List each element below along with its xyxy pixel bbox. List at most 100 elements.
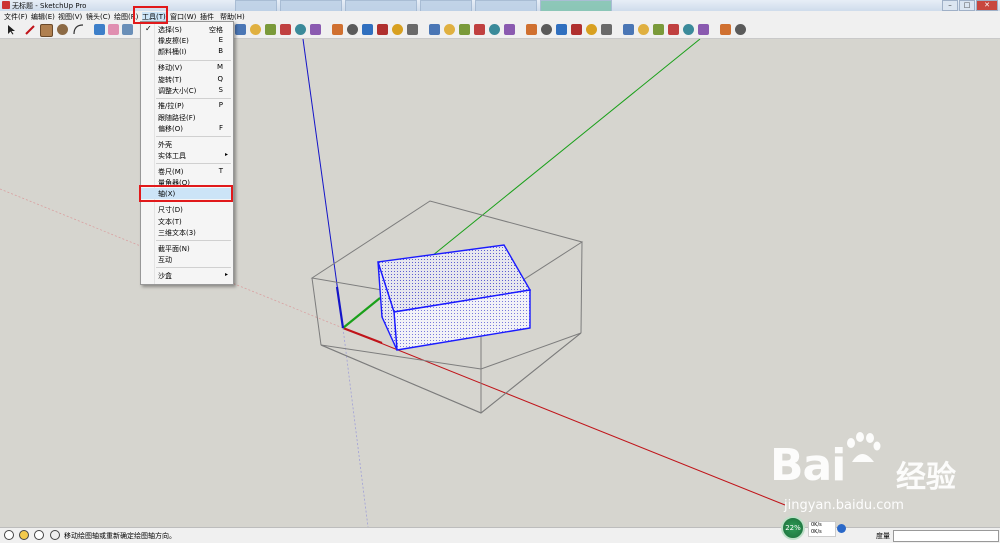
menu-item-push-pull[interactable]: 推/拉(P) P xyxy=(141,100,233,111)
maximize-button[interactable]: □ xyxy=(959,0,975,11)
get-models-icon[interactable] xyxy=(638,24,649,35)
watermark-brand-cn: 经验 xyxy=(896,460,956,495)
move-icon[interactable] xyxy=(265,24,276,35)
network-monitor-widget: 22% 0K/s 0K/s xyxy=(781,516,851,540)
blue-axis-negative xyxy=(342,327,369,528)
menu-item-text[interactable]: 文本(T) xyxy=(141,216,233,227)
offset-icon[interactable] xyxy=(310,24,321,35)
send-to-layout-icon[interactable] xyxy=(698,24,709,35)
zoom-icon[interactable] xyxy=(362,24,373,35)
menu-item-follow-me[interactable]: 跟随路径(F) xyxy=(141,112,233,123)
menu-item-sandbox[interactable]: 沙盒 ▸ xyxy=(141,270,233,281)
monochrome-icon[interactable] xyxy=(623,24,634,35)
menu-view[interactable]: 视图(V) xyxy=(58,12,82,22)
arc-icon[interactable] xyxy=(73,24,84,35)
back-edges-icon[interactable] xyxy=(541,24,552,35)
watermark-brand-latin: Bai xyxy=(770,440,846,491)
menu-camera[interactable]: 镜头(C) xyxy=(86,12,110,22)
close-button[interactable]: ✕ xyxy=(976,0,998,11)
make-component-icon[interactable] xyxy=(94,24,105,35)
tape-measure-icon[interactable] xyxy=(122,24,133,35)
red-axis xyxy=(342,327,786,506)
menu-item-outer-shell[interactable]: 外壳 xyxy=(141,139,233,150)
hidden-line-icon[interactable] xyxy=(571,24,582,35)
menu-file[interactable]: 文件(F) xyxy=(4,12,28,22)
menu-separator xyxy=(156,60,231,61)
download-speed: 0K/s xyxy=(811,529,822,535)
zoom-extents-icon[interactable] xyxy=(377,24,388,35)
window-controls: – □ ✕ xyxy=(942,0,998,11)
paint-bucket-icon[interactable] xyxy=(235,24,246,35)
preview-icon[interactable] xyxy=(720,24,731,35)
menu-item-select[interactable]: ✓ 选择(S) 空格 xyxy=(141,24,233,35)
shaded-icon[interactable] xyxy=(586,24,597,35)
baidu-paw-logo xyxy=(847,432,881,462)
submenu-arrow-icon: ▸ xyxy=(224,271,228,278)
menu-edit[interactable]: 编辑(E) xyxy=(31,12,55,22)
upload-speed: 0K/s xyxy=(811,522,822,528)
cpu-gauge: 22% xyxy=(781,516,805,540)
menu-item-solid-tools[interactable]: 实体工具 ▸ xyxy=(141,150,233,161)
previous-view-icon[interactable] xyxy=(392,24,403,35)
watermark-url: jingyan.baidu.com xyxy=(784,498,904,513)
menu-separator xyxy=(156,267,231,268)
pencil-icon[interactable] xyxy=(25,24,36,35)
menu-item-dimensions[interactable]: 尺寸(D) xyxy=(141,204,233,215)
submenu-arrow-icon: ▸ xyxy=(224,151,228,158)
menu-separator xyxy=(156,136,231,137)
select-icon[interactable] xyxy=(6,24,17,35)
eraser-icon[interactable] xyxy=(108,24,119,35)
menu-separator xyxy=(156,98,231,99)
menu-item-scale[interactable]: 调整大小(C) S xyxy=(141,85,233,96)
menu-item-move[interactable]: 移动(V) M xyxy=(141,62,233,73)
walk-icon[interactable] xyxy=(429,24,440,35)
minimize-button[interactable]: – xyxy=(942,0,958,11)
red-axis-origin-segment xyxy=(342,326,383,345)
menu-item-tape-measure[interactable]: 卷尺(M) T xyxy=(141,166,233,177)
pan-icon[interactable] xyxy=(347,24,358,35)
tools-dropdown-menu: ✓ 选择(S) 空格 橡皮擦(E) E 颜料桶(I) B 移动(V) M 旋转(… xyxy=(140,21,234,285)
status-info-icon xyxy=(50,530,60,540)
rectangle-icon[interactable] xyxy=(40,24,53,37)
share-component-icon[interactable] xyxy=(668,24,679,35)
sketchup-app-icon xyxy=(2,1,10,9)
green-axis-origin-segment xyxy=(342,297,381,329)
wireframe-icon[interactable] xyxy=(556,24,567,35)
menu-item-paint-bucket[interactable]: 颜料桶(I) B xyxy=(141,46,233,57)
menu-item-rotate[interactable]: 旋转(T) Q xyxy=(141,74,233,85)
section-plane-icon[interactable] xyxy=(474,24,485,35)
menu-separator xyxy=(156,163,231,164)
orbit-icon[interactable] xyxy=(332,24,343,35)
highlight-box-tools-menu xyxy=(133,6,168,24)
menu-item-section-plane[interactable]: 截平面(N) xyxy=(141,243,233,254)
extension-warehouse-icon[interactable] xyxy=(683,24,694,35)
window-title: 无标题 - SketchUp Pro xyxy=(12,2,87,10)
selected-box[interactable] xyxy=(377,244,532,351)
measurements-label: 度量 xyxy=(876,532,890,540)
menu-item-offset[interactable]: 偏移(O) F xyxy=(141,123,233,134)
network-speeds: 0K/s 0K/s xyxy=(808,521,836,537)
measurements-input[interactable] xyxy=(893,530,999,542)
next-view-icon[interactable] xyxy=(407,24,418,35)
menu-item-interact[interactable]: 互动 xyxy=(141,254,233,265)
highlight-box-axes-item xyxy=(139,185,233,202)
position-camera-icon[interactable] xyxy=(459,24,470,35)
push-pull-icon[interactable] xyxy=(250,24,261,35)
status-message: 移动绘图轴或重新确定绘图轴方向。 xyxy=(64,532,176,540)
checkmark-icon: ✓ xyxy=(145,24,152,33)
help-icon[interactable] xyxy=(34,530,44,540)
xray-icon[interactable] xyxy=(526,24,537,35)
geo-location-icon[interactable] xyxy=(4,530,14,540)
share-model-icon[interactable] xyxy=(653,24,664,35)
rotate-icon[interactable] xyxy=(280,24,291,35)
credits-icon[interactable] xyxy=(19,530,29,540)
circle-icon[interactable] xyxy=(57,24,68,35)
google-earth-icon[interactable] xyxy=(735,24,746,35)
look-around-icon[interactable] xyxy=(444,24,455,35)
menu-item-3d-text[interactable]: 三维文本(3) xyxy=(141,227,233,238)
follow-me-icon[interactable] xyxy=(295,24,306,35)
menu-item-eraser[interactable]: 橡皮擦(E) E xyxy=(141,35,233,46)
fog-icon[interactable] xyxy=(504,24,515,35)
textured-icon[interactable] xyxy=(601,24,612,35)
shadow-icon[interactable] xyxy=(489,24,500,35)
